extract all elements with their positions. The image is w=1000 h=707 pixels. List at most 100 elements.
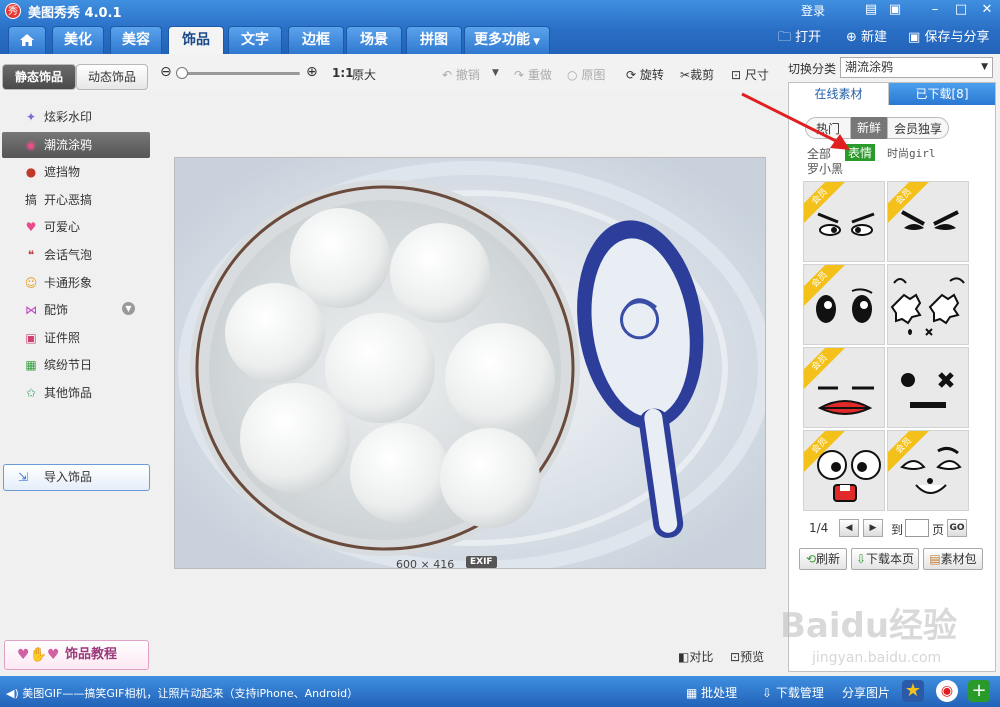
zoom-slider-handle[interactable] [176,67,188,79]
exif-button[interactable]: EXIF [466,556,497,568]
sticker-item[interactable]: 会员 [887,430,969,511]
sidebar-item-category[interactable]: ❝ 会话气泡 [2,242,150,268]
original-size-button[interactable]: 原大 [352,66,376,83]
crop-button[interactable]: ✂裁剪 [680,66,714,83]
home-tab[interactable] [8,26,46,54]
sidebar-item-category[interactable]: ● 遮挡物 [2,159,150,185]
status-bar: ◀) 美图GIF——搞笑GIF相机，让照片动起来（支持iPhone、Androi… [0,676,1000,707]
download-manager-label: 下载管理 [775,686,824,700]
tab-more[interactable]: 更多功能 ▼ [464,26,550,54]
sidebar-item-category[interactable]: ▦ 缤纷节日 [2,352,150,378]
rotate-label: 旋转 [639,68,664,82]
close-icon[interactable]: ✕ [976,1,998,19]
pagination: 1/4 ◀ ▶ 到 页 GO [797,517,997,541]
sticker-item[interactable]: 会员 [803,430,885,511]
ratio-label[interactable]: 1:1 [332,66,354,80]
weibo-icon[interactable]: ◉ [936,680,958,702]
refresh-label: 刷新 [816,552,841,566]
zoom-slider[interactable] [176,67,300,79]
material-package-button[interactable]: ▤素材包 [923,548,983,570]
undo-label: 撤销 [455,68,480,82]
category-select-value: 潮流涂鸦 [845,60,894,74]
sparkle-icon: ✦ [25,110,37,124]
expand-chevron-icon[interactable]: ▼ [122,302,135,315]
sticker-item[interactable] [887,347,969,428]
open-button[interactable]: 🗀 打开 [778,28,821,48]
next-page-button[interactable]: ▶ [863,519,883,537]
sidebar-item-label: 证件照 [44,330,81,345]
compare-button[interactable]: ◧对比 [678,648,713,665]
prev-page-button[interactable]: ◀ [839,519,859,537]
import-accessory-button[interactable]: ⇲ 导入饰品 [3,464,150,491]
login-link[interactable]: 登录 [801,2,825,19]
category-select[interactable]: 潮流涂鸦 ▼ [840,57,993,78]
sidebar-item-label: 缤纷节日 [44,358,93,373]
refresh-button[interactable]: ⟲刷新 [799,548,847,570]
accessory-tutorial-button[interactable]: ♥✋♥ 饰品教程 [4,640,149,670]
material-package-label: 素材包 [940,552,977,566]
watermark-url: jingyan.baidu.com [812,650,942,666]
hand-hearts-icon: ♥✋♥ [17,647,60,663]
go-button[interactable]: GO [947,519,967,537]
title-bar: 秀 美图秀秀 4.0.1 登录 ▤ ▣ – □ ✕ 美化 美容 饰品 文字 边框… [0,0,1000,55]
tab-static-accessories[interactable]: 静态饰品 [2,64,76,90]
sidebar-item-category[interactable]: ☺ 卡通形象 [2,270,150,296]
batch-process-button[interactable]: ▦ 批处理 [686,684,737,701]
tab-frame[interactable]: 边框 [288,26,344,54]
sidebar-item-category[interactable]: 搞开心恶搞 [2,187,150,213]
minimize-icon[interactable]: – [924,1,946,19]
new-button[interactable]: ⊕ 新建 [846,28,887,48]
subcat-fashion-girl[interactable]: 时尚girl [887,145,936,161]
original-button[interactable]: ○ 原图 [567,66,605,83]
filter-vip[interactable]: 会员独享 [887,117,949,139]
tab-downloaded[interactable]: 已下载[8] [889,83,995,105]
sidebar-item-category[interactable]: ✦ 炫彩水印 [2,104,150,130]
tab-beauty[interactable]: 美容 [110,26,162,54]
resize-label: 尺寸 [744,68,769,82]
batch-label: 批处理 [701,686,738,700]
zoom-out-icon[interactable]: ⊖ [160,64,172,80]
maximize-icon[interactable]: □ [950,1,972,19]
tab-accessories[interactable]: 饰品 [168,26,224,55]
resize-icon: ⊡ [731,68,742,82]
status-message[interactable]: ◀) 美图GIF——搞笑GIF相机，让照片动起来（支持iPhone、Androi… [6,685,358,701]
bow-icon: ⋈ [25,303,37,318]
sticker-grid: 会员 会员 会员 会员 会员 会员 [803,181,971,513]
page-number-input[interactable] [905,519,929,537]
sidebar-item-category[interactable]: ◉ 潮流涂鸦 [2,131,150,158]
material-panel: 在线素材 已下载[8] 热门 新鲜 会员独享 全部 表情 时尚girl 罗小黑 … [788,82,996,672]
undo-button[interactable]: ↶ 撤销 [442,66,480,83]
sticker-item[interactable]: 会员 [803,264,885,345]
star-icon[interactable]: ★ [902,680,924,702]
sticker-item[interactable] [887,264,969,345]
original-label: 原图 [581,68,606,82]
share-image-button[interactable]: 分享图片 [842,684,890,701]
download-page-button[interactable]: ⇩下载本页 [851,548,919,570]
tab-animated-accessories[interactable]: 动态饰品 [76,64,148,90]
edited-photo[interactable] [174,157,766,569]
sidebar-item-category[interactable]: ▣ 证件照 [2,325,150,351]
preview-button[interactable]: ⊡预览 [730,648,764,665]
tab-text[interactable]: 文字 [228,26,282,54]
feedback-icon[interactable]: ▤ [860,1,882,19]
sticker-item[interactable]: 会员 [887,181,969,262]
add-icon[interactable]: + [968,680,990,702]
tab-collage[interactable]: 拼图 [406,26,462,54]
zoom-in-icon[interactable]: ⊕ [306,64,318,80]
subcat-luoxiaohei[interactable]: 罗小黑 [807,160,843,177]
undo-history-chevron-icon[interactable]: ▼ [492,68,499,78]
save-button[interactable]: ▣ 保存与分享 [908,28,989,48]
download-manager-button[interactable]: ⇩ 下载管理 [762,684,824,701]
rotate-button[interactable]: ⟳ 旋转 [626,66,664,83]
tab-beautify[interactable]: 美化 [52,26,104,54]
sidebar-item-category[interactable]: ✩ 其他饰品 [2,380,150,406]
resize-button[interactable]: ⊡ 尺寸 [731,66,769,83]
bubble-icon: ❝ [27,248,35,262]
sticker-item[interactable]: 会员 [803,181,885,262]
redo-button[interactable]: ↷ 重做 [514,66,552,83]
sidebar-item-category[interactable]: ♥ 可爱心 [2,214,150,240]
sticker-item[interactable]: 会员 [803,347,885,428]
tab-scene[interactable]: 场景 [346,26,402,54]
open-label: 打开 [795,30,822,45]
skin-icon[interactable]: ▣ [884,1,906,19]
